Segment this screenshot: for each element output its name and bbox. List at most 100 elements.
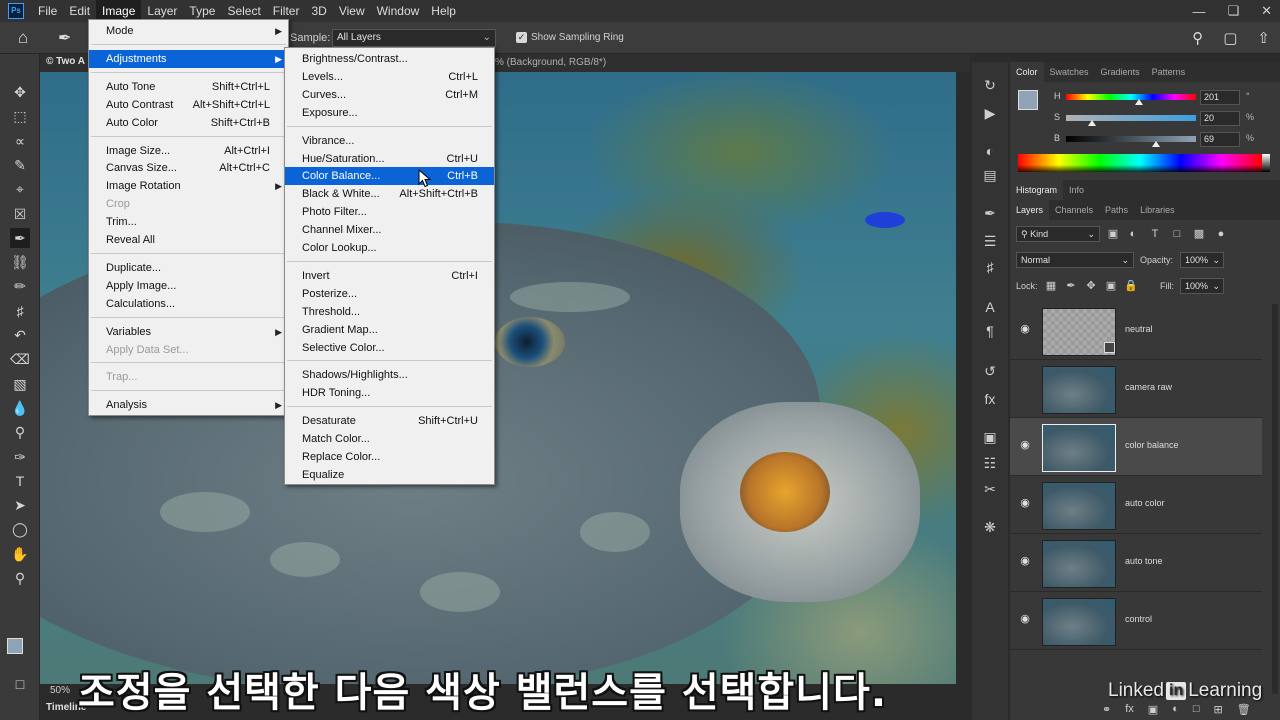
menu-item-black-white[interactable]: Black & White... Alt+Shift+Ctrl+B <box>285 185 494 203</box>
home-icon[interactable]: ⌂ <box>18 28 38 48</box>
eyedropper-icon[interactable]: ✒ <box>58 28 71 48</box>
menu-item-canvas-size[interactable]: Canvas Size... Alt+Ctrl+C <box>89 159 288 177</box>
quick-mask-icon[interactable]: □ <box>10 674 30 694</box>
zoom-level[interactable]: 50% <box>50 685 70 696</box>
gear-icon[interactable]: ❋ <box>981 518 999 536</box>
tab-histogram[interactable]: Histogram <box>1010 180 1064 200</box>
menu-3d[interactable]: 3D <box>305 0 332 22</box>
menu-item-threshold[interactable]: Threshold... <box>285 303 494 321</box>
document-tab[interactable]: © Two A <box>46 56 85 67</box>
layer-row[interactable]: ◉ color balance <box>1010 418 1262 476</box>
menu-item-calculations[interactable]: Calculations... <box>89 295 288 313</box>
adjustments-icon[interactable]: ▤ <box>981 166 999 184</box>
eye-icon[interactable]: ◉ <box>1018 612 1032 626</box>
shape-icon[interactable]: ◯ <box>10 519 30 539</box>
slider-handle[interactable] <box>1151 141 1160 147</box>
notes-icon[interactable]: ☷ <box>981 454 999 472</box>
menu-item-variables[interactable]: Variables ▶ <box>89 323 288 341</box>
slider-handle[interactable] <box>1134 99 1143 105</box>
filter-smart-object-icon[interactable]: ▩ <box>1192 227 1206 241</box>
tab-swatches[interactable]: Swatches <box>1044 67 1095 77</box>
slider-track[interactable] <box>1066 115 1196 121</box>
blend-mode-select[interactable]: Normal ⌄ <box>1016 252 1134 268</box>
menu-item-levels[interactable]: Levels... Ctrl+L <box>285 68 494 86</box>
eye-hidden-icon[interactable] <box>1018 380 1032 394</box>
lasso-icon[interactable]: ∝ <box>10 131 30 151</box>
type-icon[interactable]: T <box>10 471 30 491</box>
new-adjustment-layer-icon[interactable]: ◐ <box>1172 703 1179 715</box>
layer-style-icon[interactable]: fx <box>1125 703 1134 715</box>
menu-item-duplicate[interactable]: Duplicate... <box>89 259 288 277</box>
character-icon[interactable]: A <box>981 298 999 316</box>
show-sampling-ring-checkbox[interactable]: ✓ <box>516 32 527 43</box>
menu-item-image-size[interactable]: Image Size... Alt+Ctrl+I <box>89 142 288 160</box>
tab-gradients[interactable]: Gradients <box>1095 67 1146 77</box>
menu-item-image-rotation[interactable]: Image Rotation ▶ <box>89 177 288 195</box>
menu-help[interactable]: Help <box>425 0 462 22</box>
opacity-input[interactable]: 100% ⌄ <box>1180 252 1224 268</box>
dodge-icon[interactable]: ⚲ <box>10 422 30 442</box>
gradient-icon[interactable]: ▧ <box>10 374 30 394</box>
tab-layers[interactable]: Layers <box>1010 200 1050 220</box>
share-icon[interactable]: ⇧ <box>1257 29 1270 47</box>
menu-item-brightness-contrast[interactable]: Brightness/Contrast... <box>285 50 494 68</box>
sample-select[interactable]: All Layers ⌄ <box>332 29 496 47</box>
menu-item-desaturate[interactable]: Desaturate Shift+Ctrl+U <box>285 412 494 430</box>
slider-value-input[interactable]: 69 <box>1200 132 1240 147</box>
menu-item-apply-image[interactable]: Apply Image... <box>89 277 288 295</box>
slider-track[interactable] <box>1066 136 1196 142</box>
new-layer-icon[interactable]: ⊞ <box>1214 703 1223 716</box>
menu-item-hdr-toning[interactable]: HDR Toning... <box>285 384 494 402</box>
menu-item-shadows-highlights[interactable]: Shadows/Highlights... <box>285 366 494 384</box>
eye-icon[interactable]: ◉ <box>1018 438 1032 452</box>
crop-icon[interactable]: ⌖ <box>10 179 30 199</box>
menu-item-invert[interactable]: Invert Ctrl+I <box>285 267 494 285</box>
minimize-icon[interactable]: — <box>1192 4 1205 19</box>
foreground-color-swatch[interactable] <box>7 638 23 654</box>
brush-settings-icon[interactable]: ✒ <box>981 204 999 222</box>
menu-item-curves[interactable]: Curves... Ctrl+M <box>285 86 494 104</box>
menu-item-exposure[interactable]: Exposure... <box>285 104 494 122</box>
menu-item-vibrance[interactable]: Vibrance... <box>285 132 494 150</box>
tool-presets-icon[interactable]: ✂ <box>981 480 999 498</box>
glyphs-icon[interactable]: ↺ <box>981 362 999 380</box>
menu-item-equalize[interactable]: Equalize <box>285 466 494 484</box>
menu-item-gradient-map[interactable]: Gradient Map... <box>285 321 494 339</box>
search-icon[interactable]: ⚲ <box>1192 29 1203 47</box>
menu-item-color-balance[interactable]: Color Balance... Ctrl+B <box>285 167 494 186</box>
layer-row[interactable]: ◉ auto color <box>1010 476 1262 534</box>
clone-source-icon[interactable]: ♯ <box>981 258 999 276</box>
tab-color[interactable]: Color <box>1010 62 1044 82</box>
paragraph-icon[interactable]: ¶ <box>981 322 999 340</box>
menu-item-auto-tone[interactable]: Auto Tone Shift+Ctrl+L <box>89 78 288 96</box>
tab-paths[interactable]: Paths <box>1099 205 1134 215</box>
move-icon[interactable]: ✥ <box>10 82 30 102</box>
grayscale-ramp[interactable] <box>1262 154 1270 172</box>
tab-channels[interactable]: Channels <box>1049 205 1099 215</box>
menu-item-auto-color[interactable]: Auto Color Shift+Ctrl+B <box>89 114 288 132</box>
history-brush-icon[interactable]: ↶ <box>10 325 30 345</box>
layer-row[interactable]: ◉ control <box>1010 592 1262 650</box>
document-tab-title[interactable]: % (Background, RGB/8*) <box>495 57 606 68</box>
eyedropper-icon[interactable]: ✒ <box>10 227 30 248</box>
workspace-icon[interactable]: ▢ <box>1223 29 1237 47</box>
tab-patterns[interactable]: Patterns <box>1146 67 1192 77</box>
close-icon[interactable]: ✕ <box>1261 3 1272 19</box>
menu-file[interactable]: File <box>32 0 63 22</box>
styles-icon[interactable]: fx <box>981 390 999 408</box>
history-icon[interactable]: ↻ <box>981 76 999 94</box>
path-select-icon[interactable]: ➤ <box>10 495 30 515</box>
delete-layer-icon[interactable]: 🗑 <box>1237 703 1251 716</box>
properties-icon[interactable]: ▣ <box>981 428 999 446</box>
clone-stamp-icon[interactable]: ♯ <box>10 301 30 321</box>
layer-row[interactable]: ◉ neutral <box>1010 302 1262 360</box>
lock-pixels-icon[interactable]: ✒ <box>1064 279 1078 293</box>
add-mask-icon[interactable]: ▣ <box>1148 703 1158 716</box>
filter-shape-icon[interactable]: □ <box>1170 227 1184 241</box>
lock-position-icon[interactable]: ✥ <box>1084 279 1098 293</box>
eye-icon[interactable]: ◉ <box>1018 496 1032 510</box>
menu-item-trim[interactable]: Trim... <box>89 213 288 231</box>
quick-select-icon[interactable]: ✎ <box>10 155 30 175</box>
eye-icon[interactable]: ◉ <box>1018 554 1032 568</box>
slider-track[interactable] <box>1066 94 1196 100</box>
